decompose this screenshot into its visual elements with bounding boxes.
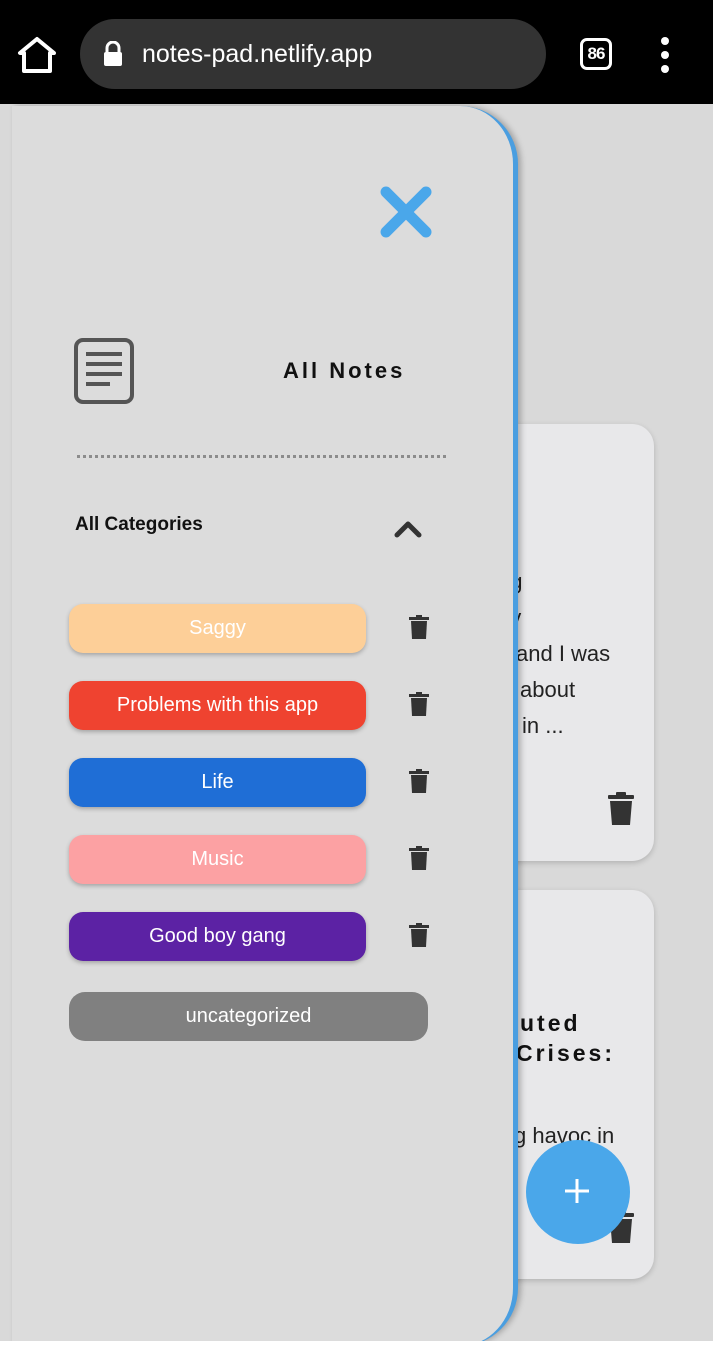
plus-icon <box>564 1178 590 1204</box>
bottom-edge <box>0 1341 713 1345</box>
trash-icon[interactable] <box>409 846 429 870</box>
category-pill-saggy[interactable]: Saggy <box>69 604 366 653</box>
trash-icon[interactable] <box>409 615 429 639</box>
tabs-icon[interactable]: 86 <box>580 38 612 70</box>
trash-icon[interactable] <box>409 692 429 716</box>
browser-toolbar: notes-pad.netlify.app 86 <box>0 0 713 104</box>
chevron-up-icon[interactable] <box>394 520 422 538</box>
category-pill-music[interactable]: Music <box>69 835 366 884</box>
page-content: ng ny and I was about in ... uted Crises… <box>0 104 713 1341</box>
add-note-button[interactable] <box>526 1140 630 1244</box>
trash-icon[interactable] <box>606 792 636 826</box>
category-row: Saggy <box>69 604 469 681</box>
category-row: Music <box>69 835 469 912</box>
category-list: Saggy Problems with this app Life Music <box>69 604 469 989</box>
category-pill-life[interactable]: Life <box>69 758 366 807</box>
more-vert-icon[interactable] <box>650 36 680 74</box>
close-icon[interactable] <box>378 184 434 240</box>
address-bar[interactable]: notes-pad.netlify.app <box>80 19 546 89</box>
home-icon[interactable] <box>14 32 60 78</box>
category-pill-problems[interactable]: Problems with this app <box>69 681 366 730</box>
category-pill-good-boy-gang[interactable]: Good boy gang <box>69 912 366 961</box>
category-row: Problems with this app <box>69 681 469 758</box>
divider <box>77 455 446 458</box>
category-pill-uncategorized[interactable]: uncategorized <box>69 992 428 1041</box>
page-title[interactable]: All Notes <box>242 356 442 386</box>
side-drawer: All Notes All Categories Saggy Problems … <box>12 106 518 1341</box>
category-row: Life <box>69 758 469 835</box>
lock-icon <box>102 40 124 67</box>
category-row: Good boy gang <box>69 912 469 989</box>
categories-header[interactable]: All Categories <box>75 512 203 538</box>
trash-icon[interactable] <box>409 923 429 947</box>
notes-icon <box>74 338 134 404</box>
trash-icon[interactable] <box>409 769 429 793</box>
url-text: notes-pad.netlify.app <box>142 40 373 68</box>
